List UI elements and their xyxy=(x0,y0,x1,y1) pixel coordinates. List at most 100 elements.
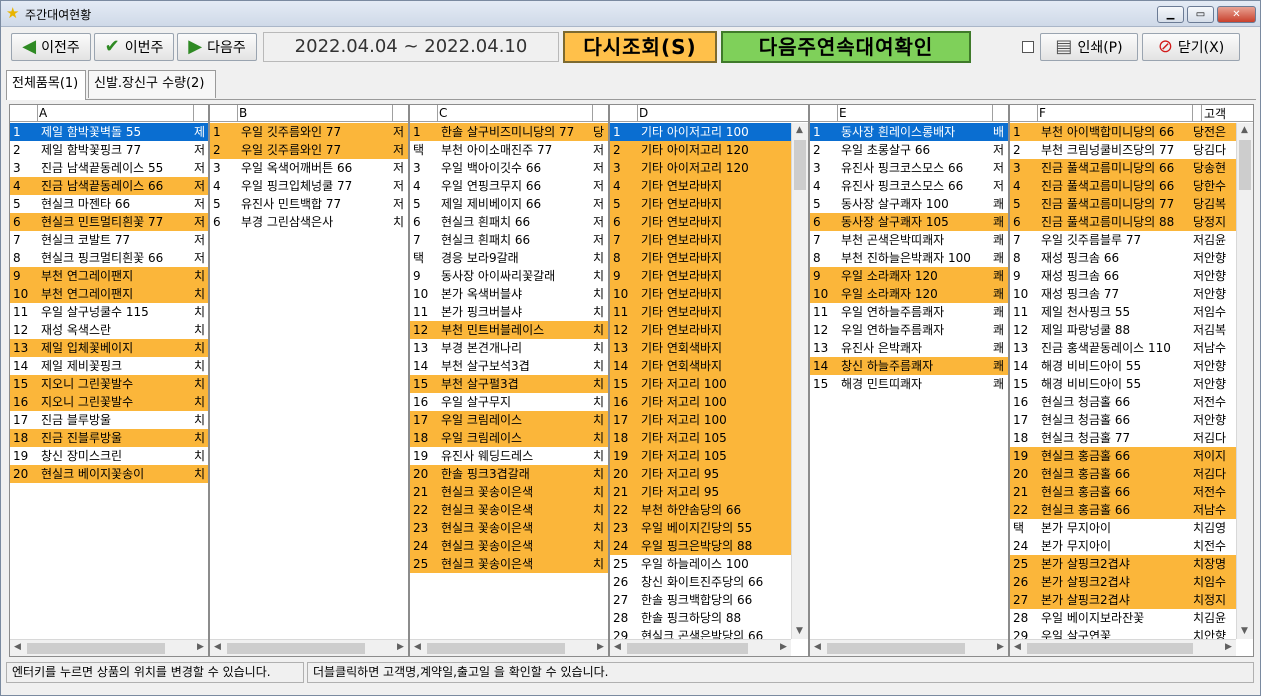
table-row[interactable]: 1 제일 함박꽃벽돌 55 제 xyxy=(10,123,208,141)
grid-a[interactable]: A 1 제일 함박꽃벽돌 55 제 2 제일 함박꽃핑크 77 저 3 진금 남색끝동레이스 5… xyxy=(9,104,209,657)
vertical-scrollbar[interactable]: ▲ ▼ xyxy=(1236,123,1253,639)
table-row[interactable]: 5 기타 연보라바지 xyxy=(610,195,791,213)
table-row[interactable]: 16 현실크 청금홀 66 저 전수 xyxy=(1010,393,1236,411)
table-row[interactable]: 20 기타 저고리 95 xyxy=(610,465,791,483)
table-row[interactable]: 6 현실크 민트멀티흰꽃 77 저 xyxy=(10,213,208,231)
table-row[interactable]: 9 재성 핑크솜 66 저 안향 xyxy=(1010,267,1236,285)
horizontal-scrollbar[interactable]: ◀ ▶ xyxy=(10,639,208,656)
table-row[interactable]: 23 우일 베이지긴당의 55 xyxy=(610,519,791,537)
table-row[interactable]: 5 동사장 살구쾌자 100 쾌 xyxy=(810,195,1008,213)
table-row[interactable]: 1 한솔 살구비즈미니당의 77 당 xyxy=(410,123,608,141)
table-row[interactable]: 13 제일 입체꽃베이지 치 xyxy=(10,339,208,357)
table-row[interactable]: 28 우일 베이지보라잔꽃 치 김윤 xyxy=(1010,609,1236,627)
table-row[interactable]: 7 현실크 코발트 77 저 xyxy=(10,231,208,249)
table-row[interactable]: 택 본가 무지아이 치 김영 xyxy=(1010,519,1236,537)
table-row[interactable]: 17 우일 크림레이스 치 xyxy=(410,411,608,429)
column-header[interactable]: C xyxy=(439,106,447,120)
table-row[interactable]: 2 우일 깃주름와인 77 저 xyxy=(210,141,408,159)
table-row[interactable]: 4 진금 남색끝동레이스 66 저 xyxy=(10,177,208,195)
scroll-thumb[interactable] xyxy=(427,643,565,654)
table-row[interactable]: 3 진금 풀색고름미니당의 66 당 송현 xyxy=(1010,159,1236,177)
table-row[interactable]: 13 기타 연회색바지 xyxy=(610,339,791,357)
table-row[interactable]: 11 우일 연하늘주름쾌자 쾌 xyxy=(810,303,1008,321)
table-row[interactable]: 15 해경 민트띠쾌자 쾌 xyxy=(810,375,1008,393)
table-row[interactable]: 17 기타 저고리 100 xyxy=(610,411,791,429)
table-row[interactable]: 12 부천 민트버블레이스 치 xyxy=(410,321,608,339)
table-row[interactable]: 11 우일 살구넝쿨수 115 치 xyxy=(10,303,208,321)
table-row[interactable]: 4 우일 핑크입체넝쿨 77 저 xyxy=(210,177,408,195)
table-row[interactable]: 5 현실크 마젠타 66 저 xyxy=(10,195,208,213)
table-row[interactable]: 9 우일 소라쾌자 120 쾌 xyxy=(810,267,1008,285)
table-row[interactable]: 14 해경 비비드아이 55 저 안향 xyxy=(1010,357,1236,375)
table-row[interactable]: 1 우일 깃주름와인 77 저 xyxy=(210,123,408,141)
table-row[interactable]: 5 진금 풀색고름미니당의 77 당 김복 xyxy=(1010,195,1236,213)
table-row[interactable]: 1 동사장 흰레이스롱배자 배 xyxy=(810,123,1008,141)
table-row[interactable]: 6 부경 그린삼색은사 치 xyxy=(210,213,408,231)
table-row[interactable]: 21 현실크 홍금홀 66 저 전수 xyxy=(1010,483,1236,501)
table-row[interactable]: 14 제일 제비꽃핑크 치 xyxy=(10,357,208,375)
horizontal-scrollbar[interactable]: ◀ ▶ xyxy=(1010,639,1236,656)
table-row[interactable]: 5 유진사 민트백합 77 저 xyxy=(210,195,408,213)
table-row[interactable]: 12 제일 파랑넝쿨 88 저 김복 xyxy=(1010,321,1236,339)
scroll-left-icon[interactable]: ◀ xyxy=(10,640,25,655)
scroll-right-icon[interactable]: ▶ xyxy=(1221,640,1236,655)
table-row[interactable]: 6 동사장 살구쾌자 105 쾌 xyxy=(810,213,1008,231)
table-row[interactable]: 6 진금 풀색고름미니당의 88 당 정지 xyxy=(1010,213,1236,231)
horizontal-scrollbar[interactable]: ◀ ▶ xyxy=(610,639,791,656)
scroll-thumb[interactable] xyxy=(227,643,365,654)
maximize-button[interactable]: ▭ xyxy=(1187,6,1214,23)
table-row[interactable]: 17 진금 블루방울 치 xyxy=(10,411,208,429)
scroll-thumb[interactable] xyxy=(1027,643,1193,654)
table-row[interactable]: 16 기타 저고리 100 xyxy=(610,393,791,411)
this-week-button[interactable]: ✔ 이번주 xyxy=(94,33,174,61)
table-row[interactable]: 9 부천 연그레이팬지 치 xyxy=(10,267,208,285)
table-row[interactable]: 11 본가 핑크버블샤 치 xyxy=(410,303,608,321)
scroll-thumb[interactable] xyxy=(794,140,806,190)
table-row[interactable]: 3 우일 백아이깃수 66 저 xyxy=(410,159,608,177)
table-row[interactable]: 5 제일 제비베이지 66 저 xyxy=(410,195,608,213)
scroll-thumb[interactable] xyxy=(827,643,965,654)
next-week-button[interactable]: ▶ 다음주 xyxy=(177,33,257,61)
close-button[interactable]: ⊘ 닫기(X) xyxy=(1142,33,1240,61)
table-row[interactable]: 택 부천 아이소매진주 77 저 xyxy=(410,141,608,159)
table-row[interactable]: 3 유진사 핑크코스모스 66 저 xyxy=(810,159,1008,177)
table-row[interactable]: 26 창신 화이트진주당의 66 xyxy=(610,573,791,591)
table-row[interactable]: 16 지오니 그린꽃발수 치 xyxy=(10,393,208,411)
table-row[interactable]: 8 재성 핑크솜 66 저 안향 xyxy=(1010,249,1236,267)
table-row[interactable]: 19 창신 장미스크린 치 xyxy=(10,447,208,465)
scroll-right-icon[interactable]: ▶ xyxy=(393,640,408,655)
table-row[interactable]: 18 기타 저고리 105 xyxy=(610,429,791,447)
table-row[interactable]: 21 기타 저고리 95 xyxy=(610,483,791,501)
table-row[interactable]: 18 우일 크림레이스 치 xyxy=(410,429,608,447)
table-row[interactable]: 14 기타 연회색바지 xyxy=(610,357,791,375)
table-row[interactable]: 15 해경 비비드아이 55 저 안향 xyxy=(1010,375,1236,393)
scroll-down-icon[interactable]: ▼ xyxy=(792,624,807,639)
table-row[interactable]: 25 현실크 꽃송이은색 치 xyxy=(410,555,608,573)
table-row[interactable]: 12 기타 연보라바지 xyxy=(610,321,791,339)
column-header[interactable]: D xyxy=(639,106,648,120)
grid-d[interactable]: D 1 기타 아이저고리 100 2 기타 아이저고리 120 3 기타 아이저고리 120… xyxy=(609,104,809,657)
scroll-left-icon[interactable]: ◀ xyxy=(610,640,625,655)
table-row[interactable]: 20 현실크 베이지꽃송이 치 xyxy=(10,465,208,483)
table-row[interactable]: 11 제일 천사핑크 55 저 임수 xyxy=(1010,303,1236,321)
minimize-button[interactable]: ▁ xyxy=(1157,6,1184,23)
table-row[interactable]: 8 부천 진하늘은박쾌자 100 쾌 xyxy=(810,249,1008,267)
table-row[interactable]: 2 부천 크림넝쿨비즈당의 77 당 김다 xyxy=(1010,141,1236,159)
grid-e[interactable]: E 1 동사장 흰레이스롱배자 배 2 우일 초롱살구 66 저 3 유진사 핑크코스모스 66… xyxy=(809,104,1009,657)
requery-button[interactable]: 다시조회(S) xyxy=(563,31,717,63)
horizontal-scrollbar[interactable]: ◀ ▶ xyxy=(410,639,608,656)
scroll-thumb[interactable] xyxy=(1239,140,1251,190)
table-row[interactable]: 6 현실크 흰패치 66 저 xyxy=(410,213,608,231)
print-button[interactable]: ▤ 인쇄(P) xyxy=(1040,33,1138,61)
table-row[interactable]: 20 현실크 홍금홀 66 저 김다 xyxy=(1010,465,1236,483)
table-row[interactable]: 27 한솔 핑크백합당의 66 xyxy=(610,591,791,609)
horizontal-scrollbar[interactable]: ◀ ▶ xyxy=(210,639,408,656)
scroll-up-icon[interactable]: ▲ xyxy=(792,123,807,138)
table-row[interactable]: 23 현실크 꽃송이은색 치 xyxy=(410,519,608,537)
scroll-left-icon[interactable]: ◀ xyxy=(1010,640,1025,655)
table-row[interactable]: 20 한솔 핑크3겹갈래 치 xyxy=(410,465,608,483)
scroll-right-icon[interactable]: ▶ xyxy=(593,640,608,655)
table-row[interactable]: 25 본가 살핑크2겹샤 치 장명 xyxy=(1010,555,1236,573)
table-row[interactable]: 9 기타 연보라바지 xyxy=(610,267,791,285)
table-row[interactable]: 10 재성 핑크솜 77 저 안향 xyxy=(1010,285,1236,303)
